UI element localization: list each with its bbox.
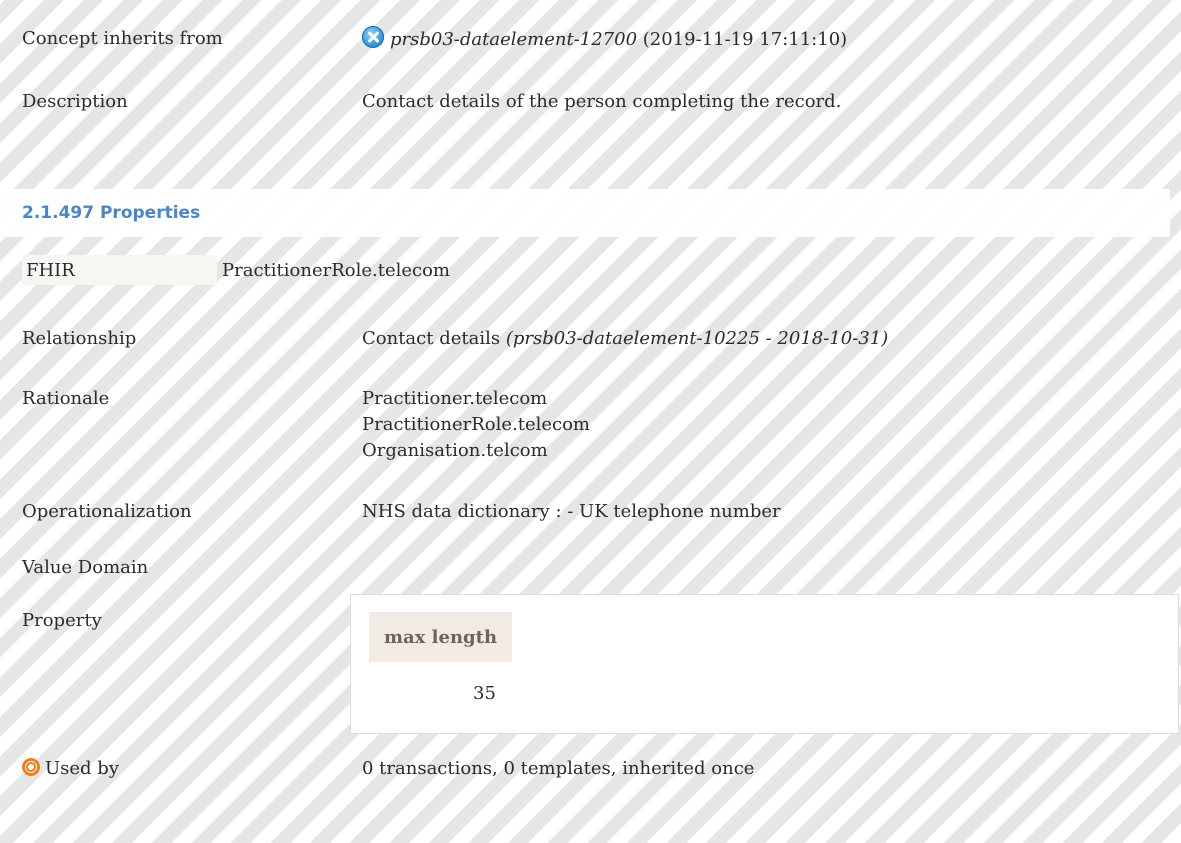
property-table-value: 35 [473, 683, 496, 704]
fhir-value: PractitionerRole.telecom [222, 259, 450, 281]
rationale-label: Rationale [22, 388, 110, 409]
fhir-label: FHIR [22, 255, 217, 285]
used-by-label-cell: Used by [22, 756, 362, 782]
relationship-label: Relationship [22, 328, 137, 349]
used-by-label: Used by [45, 758, 119, 779]
used-by-row: Used by 0 transactions, 0 templates, inh… [22, 756, 1181, 782]
property-label: Property [22, 610, 102, 631]
section-title[interactable]: 2.1.497 Properties [22, 201, 200, 225]
value-domain-row: Value Domain [22, 555, 1181, 581]
rationale-value: Practitioner.telecom PractitionerRole.te… [362, 386, 1181, 464]
inherits-date: (2019-11-19 17:11:10) [642, 29, 848, 50]
description-label: Description [22, 91, 128, 112]
concept-inherits-label: Concept inherits from [22, 28, 223, 49]
description-value: Contact details of the person completing… [362, 91, 842, 112]
relationship-row: Relationship Contact details (prsb03-dat… [22, 326, 1181, 352]
rationale-line: Organisation.telcom [362, 440, 548, 461]
relationship-value: Contact details (prsb03-dataelement-1022… [362, 326, 1181, 352]
property-table-header: max length [369, 612, 512, 662]
concept-inherits-value: prsb03-dataelement-12700 (2019-11-19 17:… [362, 26, 1181, 53]
used-by-value: 0 transactions, 0 templates, inherited o… [362, 758, 755, 779]
rationale-row: Rationale Practitioner.telecom Practitio… [22, 386, 1181, 464]
operationalization-value: NHS data dictionary : - UK telephone num… [362, 501, 781, 522]
rationale-line: Practitioner.telecom [362, 388, 548, 409]
fhir-row: FHIR PractitionerRole.telecom [22, 255, 450, 285]
value-domain-label: Value Domain [22, 557, 149, 578]
target-icon[interactable] [22, 758, 40, 776]
property-table: max length 35 [350, 594, 1179, 734]
inherits-ref-link[interactable]: prsb03-dataelement-12700 [390, 29, 637, 50]
relationship-name: Contact details [362, 328, 501, 349]
concept-inherits-row: Concept inherits from prsb03-dataelement… [22, 26, 1181, 53]
description-row: Description Contact details of the perso… [22, 89, 1181, 115]
operationalization-row: Operationalization NHS data dictionary :… [22, 499, 1181, 525]
rationale-line: PractitionerRole.telecom [362, 414, 590, 435]
relationship-ref: (prsb03-dataelement-10225 - 2018-10-31) [505, 328, 889, 349]
operationalization-label: Operationalization [22, 501, 192, 522]
info-close-icon[interactable] [362, 26, 384, 48]
